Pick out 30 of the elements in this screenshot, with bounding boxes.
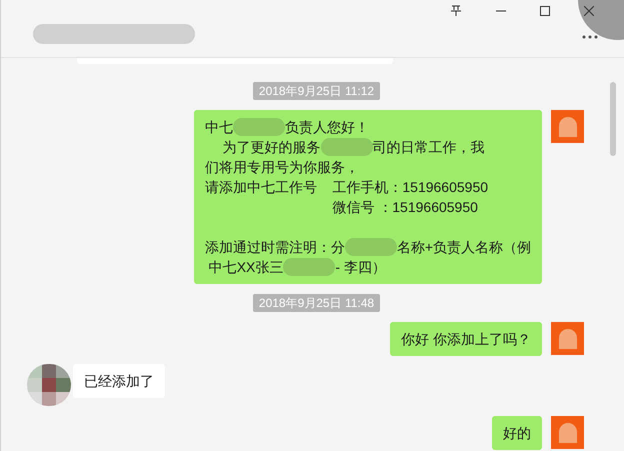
- message-text: - 李四）: [335, 258, 386, 277]
- message-text: 们将用专用号为你服务，: [204, 158, 359, 177]
- more-icon[interactable]: [582, 35, 598, 39]
- message-text: 你好 你添加上了吗？: [401, 330, 531, 349]
- message-text: 中七XX张三: [208, 258, 284, 277]
- message-text: 好的: [503, 424, 531, 443]
- message-text: 名称+负责人名称（例: [396, 238, 531, 257]
- message-text: 添加通过时需注明：分: [204, 238, 345, 257]
- pin-icon[interactable]: [450, 5, 462, 17]
- blurred-text: [320, 138, 373, 156]
- message-text: 司的日常工作，我: [372, 138, 485, 157]
- avatar: [27, 364, 71, 406]
- blurred-text: [344, 238, 397, 256]
- message-text: 中七: [204, 118, 233, 137]
- message-text: 微信号 ：15196605950: [331, 198, 478, 217]
- maximize-icon[interactable]: [540, 6, 550, 16]
- scrollbar-thumb[interactable]: [610, 82, 616, 156]
- avatar: [551, 416, 584, 449]
- message-text: 已经添加了: [84, 372, 154, 391]
- avatar: [551, 110, 584, 143]
- message-text: 为了更好的服务: [222, 138, 321, 157]
- minimize-icon[interactable]: [496, 10, 506, 12]
- timestamp: 2018年9月25日 11:12: [252, 82, 380, 100]
- timestamp: 2018年9月25日 11:48: [252, 294, 380, 312]
- blurred-text: [283, 258, 336, 276]
- close-icon[interactable]: [584, 6, 594, 16]
- avatar: [551, 322, 584, 355]
- message-text: 负责人您好！: [284, 118, 369, 137]
- blurred-text: [232, 118, 285, 136]
- message-text: 请添加中七工作号 工作手机：15196605950: [204, 178, 488, 197]
